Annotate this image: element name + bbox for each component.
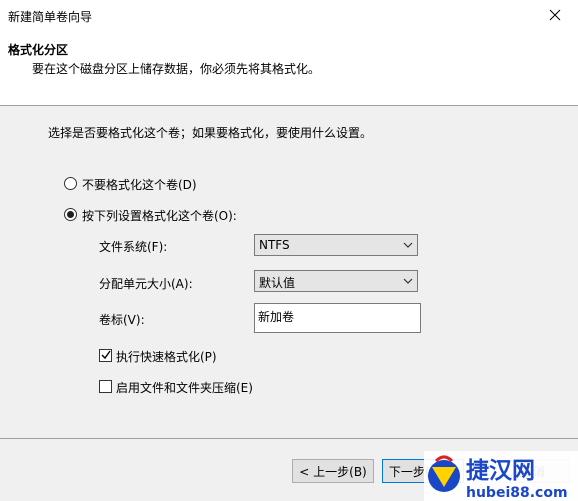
watermark-logo: 捷汉网 hubei88.com	[424, 451, 578, 501]
no-format-label[interactable]: 不要格式化这个卷(D)	[82, 176, 197, 193]
watermark-url-text: hubei88.com	[466, 485, 568, 501]
close-button[interactable]	[532, 0, 578, 30]
volume-label-value: 新加卷	[258, 310, 295, 324]
chevron-down-icon	[403, 278, 413, 284]
page-subtitle: 要在这个磁盘分区上储存数据，你必须先将其格式化。	[32, 62, 321, 76]
filesystem-value: NTFS	[259, 238, 290, 252]
quick-format-label[interactable]: 执行快速格式化(P)	[116, 348, 217, 365]
back-button[interactable]: < 上一步(B)	[292, 459, 374, 483]
instruction-text: 选择是否要格式化这个卷；如果要格式化，要使用什么设置。	[48, 126, 373, 140]
watermark-cn-text: 捷汉网	[466, 458, 535, 484]
page-title: 格式化分区	[8, 43, 69, 57]
title-bar: 新建简单卷向导	[0, 0, 578, 34]
format-label[interactable]: 按下列设置格式化这个卷(O):	[82, 207, 237, 224]
window-title: 新建简单卷向导	[8, 10, 93, 24]
no-format-radio[interactable]	[64, 177, 77, 190]
allocation-select[interactable]: 默认值	[254, 270, 418, 292]
filesystem-label: 文件系统(F):	[99, 240, 168, 254]
filesystem-select[interactable]: NTFS	[254, 234, 418, 256]
volume-label-label: 卷标(V):	[99, 313, 145, 327]
format-radio[interactable]	[64, 208, 77, 221]
wizard-header: 格式化分区 要在这个磁盘分区上储存数据，你必须先将其格式化。	[0, 34, 578, 106]
compression-label[interactable]: 启用文件和文件夹压缩(E)	[116, 379, 253, 396]
footer-divider	[0, 438, 578, 439]
allocation-label: 分配单元大小(A):	[99, 277, 193, 291]
quick-format-checkbox[interactable]	[99, 349, 112, 362]
allocation-value: 默认值	[259, 276, 296, 290]
close-icon	[549, 9, 561, 21]
checkmark-icon	[101, 350, 111, 360]
compression-checkbox[interactable]	[99, 380, 112, 393]
chevron-down-icon	[403, 242, 413, 248]
volume-label-input[interactable]: 新加卷	[254, 303, 421, 333]
